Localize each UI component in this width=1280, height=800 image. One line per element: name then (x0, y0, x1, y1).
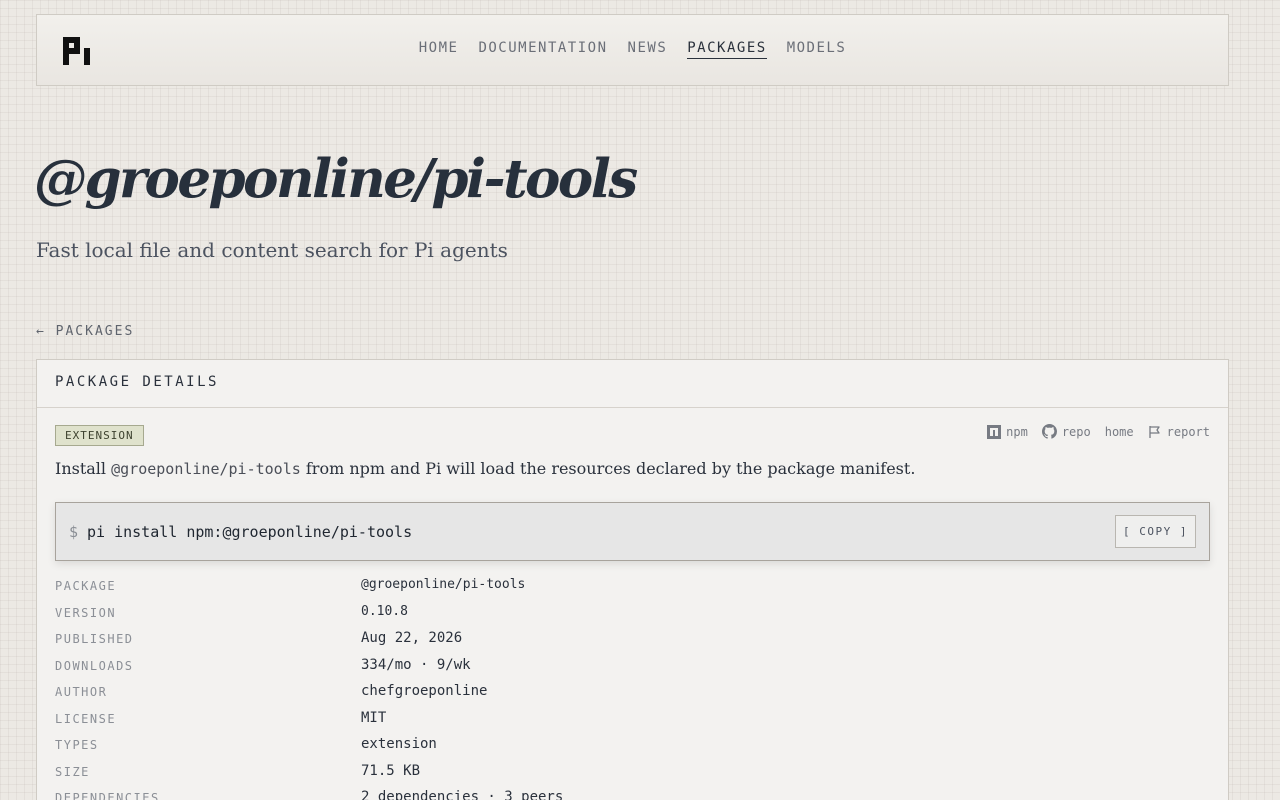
flag-icon (1148, 425, 1160, 438)
nav-models[interactable]: MODELS (787, 40, 847, 59)
intro-text-after: from npm and Pi will load the resources … (300, 459, 916, 478)
package-metadata: PACKAGE @groeponline/pi-tools VERSION 0.… (55, 575, 1205, 800)
repo-link-label: repo (1061, 424, 1091, 439)
meta-key: DOWNLOADS (55, 658, 134, 673)
install-command-box: $ pi install npm:@groeponline/pi-tools [… (55, 502, 1210, 561)
github-icon (1041, 424, 1057, 439)
meta-value: 0.10.8 (361, 603, 408, 619)
nav-documentation[interactable]: DOCUMENTATION (478, 40, 607, 59)
nav-packages[interactable]: PACKAGES (687, 40, 767, 59)
home-link-label: home (1104, 424, 1134, 439)
page-subtitle: Fast local file and content search for P… (36, 238, 508, 262)
meta-key: PACKAGE (55, 579, 117, 593)
meta-value: MIT (361, 709, 387, 726)
meta-value: 334/mo · 9/wk (361, 656, 471, 673)
meta-row-downloads: DOWNLOADS 334/mo · 9/wk (55, 655, 1205, 682)
top-navigation-bar: Pi HOME DOCUMENTATION NEWS PACKAGES MODE… (36, 14, 1229, 86)
meta-row-author: AUTHOR chefgroeponline (55, 681, 1205, 708)
shell-prompt: $ (69, 523, 79, 541)
main-nav: HOME DOCUMENTATION NEWS PACKAGES MODELS (37, 40, 1228, 59)
meta-value[interactable]: chefgroeponline (361, 683, 487, 699)
meta-row-package: PACKAGE @groeponline/pi-tools (55, 575, 1205, 602)
meta-value: Aug 22, 2026 (361, 630, 463, 646)
package-type-badge: EXTENSION (55, 425, 144, 446)
back-to-packages-link[interactable]: ← PACKAGES (36, 324, 134, 339)
meta-row-license: LICENSE MIT (55, 708, 1205, 735)
meta-key: DEPENDENCIES (55, 791, 160, 800)
meta-row-dependencies: DEPENDENCIES 2 dependencies · 3 peers (55, 787, 1205, 800)
meta-value: extension (361, 736, 437, 752)
meta-row-size: SIZE 71.5 KB (55, 761, 1205, 788)
report-link[interactable]: report (1148, 425, 1210, 439)
package-details-panel: PACKAGE DETAILS EXTENSION npm repo home … (36, 359, 1229, 800)
meta-key: VERSION (55, 605, 117, 620)
meta-value: 71.5 KB (361, 762, 421, 779)
meta-value: @groeponline/pi-tools (361, 577, 526, 592)
meta-key: PUBLISHED (55, 632, 134, 646)
install-command-text[interactable]: pi install npm:@groeponline/pi-tools (87, 523, 412, 541)
nav-news[interactable]: NEWS (628, 40, 668, 59)
meta-row-types: TYPES extension (55, 734, 1205, 761)
home-link[interactable]: home (1105, 425, 1134, 439)
page-title: @groeponline/pi-tools (34, 148, 638, 210)
nav-home[interactable]: HOME (419, 40, 459, 59)
meta-value: 2 dependencies · 3 peers (361, 789, 564, 800)
meta-key: SIZE (55, 764, 90, 779)
meta-key: LICENSE (55, 711, 117, 726)
meta-row-published: PUBLISHED Aug 22, 2026 (55, 628, 1205, 655)
meta-key: TYPES (55, 738, 99, 752)
intro-text-before: Install (55, 459, 112, 478)
copy-button[interactable]: [ COPY ] (1115, 515, 1196, 548)
npm-link-label: npm (1006, 424, 1028, 439)
install-intro: Install @groeponline/pi-tools from npm a… (55, 459, 915, 478)
package-links: npm repo home report (987, 424, 1210, 439)
repo-link[interactable]: repo (1041, 424, 1091, 439)
meta-row-version: VERSION 0.10.8 (55, 602, 1205, 629)
npm-link[interactable]: npm (987, 424, 1028, 439)
npm-icon (987, 424, 1002, 439)
intro-package-code: @groeponline/pi-tools (111, 460, 301, 478)
panel-heading: PACKAGE DETAILS (37, 360, 1228, 408)
report-link-label: report (1166, 424, 1210, 439)
meta-key: AUTHOR (55, 685, 108, 699)
